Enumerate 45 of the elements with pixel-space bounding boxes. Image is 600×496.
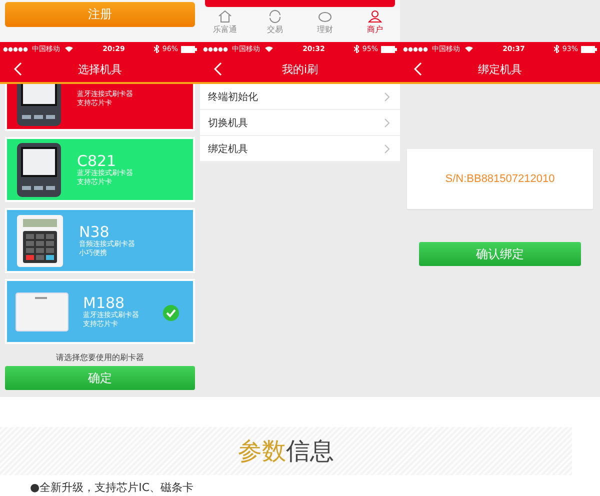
- section-title: 参数信息: [238, 436, 334, 467]
- card-reader-drawing: [15, 212, 65, 268]
- chevron-icon: [384, 92, 390, 102]
- bluetooth-icon: [154, 45, 160, 53]
- feature-text: ●全新升级，支持芯片IC、磁条卡: [30, 480, 195, 495]
- bluetooth-icon: [354, 45, 360, 53]
- battery-icon: [180, 46, 197, 52]
- tab[interactable]: 理财: [300, 10, 350, 40]
- reader-model: M188: [83, 294, 125, 310]
- back-icon[interactable]: [414, 62, 422, 76]
- tab[interactable]: 乐富通: [200, 10, 250, 40]
- serial-number: S/N:BB881507212010: [445, 173, 555, 185]
- person-icon: [368, 10, 382, 23]
- card-reader-drawing: [15, 84, 63, 128]
- confirm-button[interactable]: 确定: [5, 366, 195, 390]
- screen-title: 选择机具: [78, 62, 122, 76]
- back-icon[interactable]: [14, 62, 22, 76]
- wifi-icon: [465, 46, 473, 52]
- house-icon: [218, 10, 232, 23]
- reader-model: N38: [79, 224, 110, 240]
- hint-text: 请选择您要使用的刷卡器: [56, 352, 144, 363]
- card-reader-drawing: [15, 292, 69, 332]
- tab[interactable]: 商户: [350, 10, 400, 40]
- tab[interactable]: 交易: [250, 10, 300, 40]
- chevron-icon: [384, 144, 390, 154]
- signal-icon: [403, 46, 429, 52]
- card-reader-drawing: [15, 140, 63, 198]
- back-icon[interactable]: [214, 62, 222, 76]
- battery-icon: [380, 46, 397, 52]
- confirm-bind-button[interactable]: 确认绑定: [419, 242, 581, 266]
- wifi-icon: [265, 46, 273, 52]
- signal-icon: [203, 46, 229, 52]
- reader-model: C821: [77, 152, 118, 168]
- wifi-icon: [65, 46, 73, 52]
- bluetooth-icon: [554, 45, 560, 53]
- register-button[interactable]: 注册: [5, 2, 195, 27]
- cycle-icon: [268, 10, 282, 23]
- screen-title: 我的i刷: [282, 62, 318, 76]
- signal-icon: [3, 46, 29, 52]
- menu-item[interactable]: 终端初始化: [200, 84, 400, 110]
- menu-item[interactable]: 绑定机具: [200, 136, 400, 162]
- menu-item[interactable]: 切换机具: [200, 110, 400, 136]
- battery-icon: [580, 46, 597, 52]
- chevron-icon: [384, 118, 390, 128]
- screen-title: 绑定机具: [478, 62, 522, 76]
